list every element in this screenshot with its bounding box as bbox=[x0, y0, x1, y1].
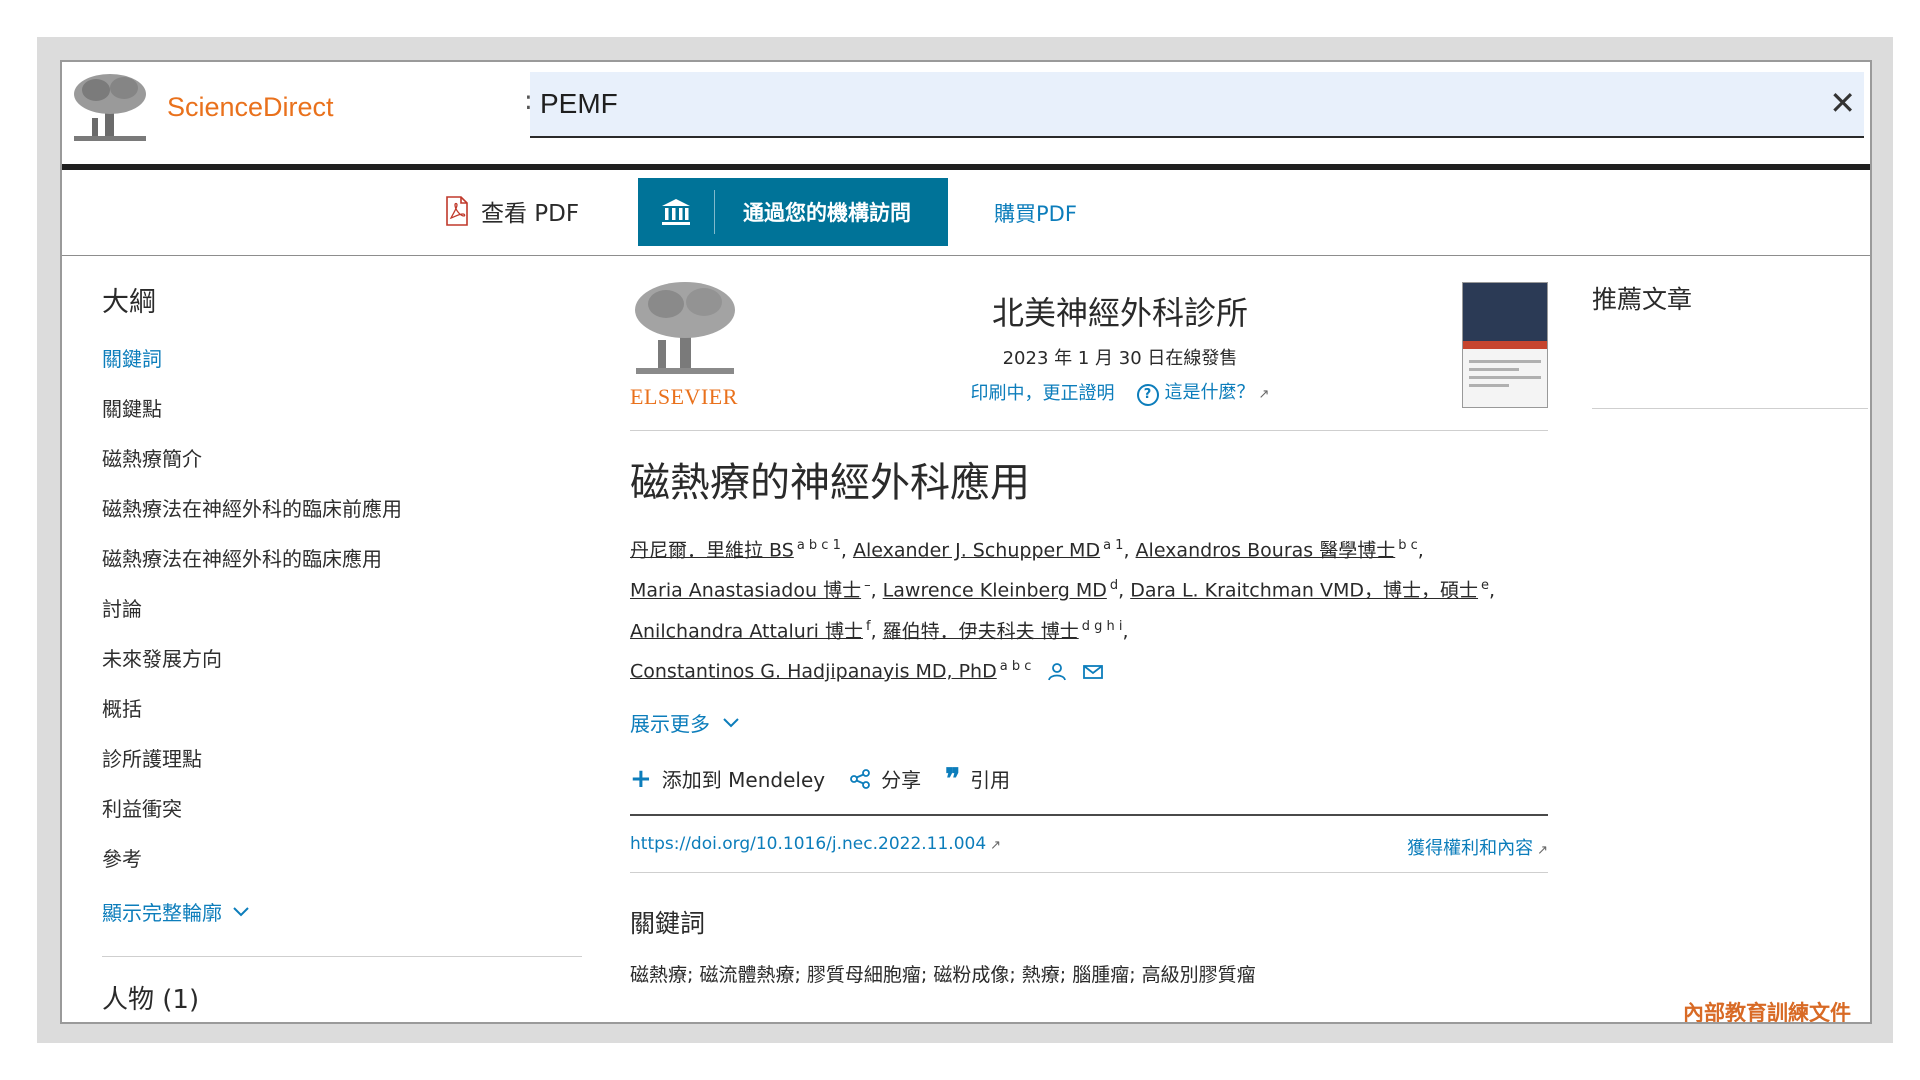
journal-title[interactable]: 北美神經外科診所 bbox=[890, 288, 1350, 334]
journal-cover-image[interactable] bbox=[1462, 282, 1548, 408]
rights-content-label: 獲得權利和內容 bbox=[1407, 838, 1534, 859]
institution-icon bbox=[638, 190, 715, 234]
author-link[interactable]: 丹尼爾．里維拉 BS bbox=[630, 539, 794, 561]
rights-content-link[interactable]: 獲得權利和內容 ↗ bbox=[1407, 834, 1548, 860]
journal-divider bbox=[630, 430, 1548, 431]
author-affiliation[interactable]: a b c 1 bbox=[797, 538, 841, 553]
close-icon[interactable]: ✕ bbox=[1829, 84, 1856, 122]
outline-sidebar: 大綱 關鍵詞 關鍵點 磁熱療簡介 磁熱療法在神經外科的臨床前應用 磁熱療法在神經… bbox=[102, 280, 592, 1016]
quote-icon: ❞ bbox=[945, 761, 961, 795]
publication-date: 2023 年 1 月 30 日在線發售 bbox=[1002, 348, 1238, 369]
plus-icon: + bbox=[630, 763, 652, 794]
person-icon[interactable] bbox=[1047, 662, 1067, 681]
outline-item-key-points[interactable]: 關鍵點 bbox=[102, 395, 592, 445]
show-more-label: 展示更多 bbox=[630, 712, 710, 736]
search-query[interactable]: PEMF bbox=[540, 88, 618, 120]
author-affiliation[interactable]: b c bbox=[1398, 538, 1418, 553]
institution-access-button[interactable]: 通過您的機構訪問 bbox=[638, 178, 948, 246]
cite-label: 引用 bbox=[970, 768, 1011, 792]
what-is-this-link[interactable]: ? 這是什麼？ ↗ bbox=[1136, 378, 1270, 406]
author-link[interactable]: Lawrence Kleinberg MD bbox=[883, 580, 1107, 602]
author-affiliation[interactable]: a 1 bbox=[1103, 538, 1123, 553]
article-actions: + 添加到 Mendeley 分享 ❞ 引用 bbox=[630, 764, 1010, 793]
outline-item-references[interactable]: 參考 bbox=[102, 845, 592, 895]
recommended-articles-panel: 推薦文章 bbox=[1592, 280, 1868, 409]
author-affiliation[interactable]: d bbox=[1110, 578, 1118, 593]
outline-item-conflicts[interactable]: 利益衝突 bbox=[102, 795, 592, 845]
journal-links: 印刷中，更正證明 ? 這是什麼？ ↗ bbox=[890, 378, 1350, 406]
author-list: 丹尼爾．里維拉 BS a b c 1, Alexander J. Schupper… bbox=[630, 538, 1496, 683]
sciencedirect-logo[interactable]: ScienceDirect bbox=[167, 92, 334, 123]
author-link[interactable]: Alexandros Bouras 醫學博士 bbox=[1136, 539, 1396, 561]
cover-artwork bbox=[1463, 283, 1547, 341]
cite-button[interactable]: ❞ 引用 bbox=[945, 764, 1010, 793]
author-affiliation[interactable]: e bbox=[1481, 578, 1489, 593]
author-link[interactable]: Dara L. Kraitchman VMD，博士，碩士 bbox=[1130, 580, 1478, 602]
pdf-icon bbox=[446, 196, 468, 226]
doi-label: https://doi.org/10.1016/j.nec.2022.11.00… bbox=[630, 834, 987, 854]
chevron-down-icon bbox=[233, 906, 249, 916]
show-full-outline-button[interactable]: 顯示完整輪廓 bbox=[102, 897, 592, 926]
browser-window: ScienceDirect : PEMF ✕ 查看 PDF 通過您的機構訪問 購… bbox=[60, 60, 1872, 1024]
doi-link[interactable]: https://doi.org/10.1016/j.nec.2022.11.00… bbox=[630, 834, 1001, 854]
outline-list: 關鍵詞 關鍵點 磁熱療簡介 磁熱療法在神經外科的臨床前應用 磁熱療法在神經外科的… bbox=[102, 345, 592, 895]
elsevier-tree-icon bbox=[635, 282, 735, 374]
doi-divider bbox=[630, 872, 1548, 873]
outline-item-keywords[interactable]: 關鍵詞 bbox=[102, 345, 592, 395]
outline-item-introduction[interactable]: 磁熱療簡介 bbox=[102, 445, 592, 495]
outline-item-preclinical[interactable]: 磁熱療法在神經外科的臨床前應用 bbox=[102, 495, 592, 545]
in-press-link[interactable]: 印刷中，更正證明 bbox=[971, 379, 1115, 405]
keywords-heading: 關鍵詞 bbox=[630, 909, 706, 938]
site-header: ScienceDirect : PEMF ✕ bbox=[62, 62, 1870, 170]
author-link[interactable]: Maria Anastasiadou 博士 bbox=[630, 580, 861, 602]
elsevier-tree-logo-icon[interactable] bbox=[70, 72, 150, 144]
mail-icon[interactable] bbox=[1083, 663, 1104, 681]
cover-text-lines bbox=[1463, 349, 1547, 398]
people-section-heading[interactable]: 人物 (1) bbox=[102, 979, 592, 1016]
keywords-list: 磁熱療; 磁流體熱療; 膠質母細胞瘤; 磁粉成像; 熱療; 腦腫瘤; 高級別膠質… bbox=[630, 964, 1256, 986]
question-icon: ? bbox=[1136, 384, 1159, 406]
publisher-name: ELSEVIER bbox=[630, 384, 738, 409]
outline-title: 大綱 bbox=[102, 287, 156, 318]
what-is-this-label: 這是什麼？ bbox=[1164, 382, 1255, 403]
add-to-mendeley-button[interactable]: + 添加到 Mendeley bbox=[630, 764, 825, 793]
actions-divider bbox=[630, 814, 1548, 816]
recommended-articles-title: 推薦文章 bbox=[1592, 285, 1693, 314]
article-title: 磁熱療的神經外科應用 bbox=[630, 460, 1030, 506]
article-toolbar: 查看 PDF 通過您的機構訪問 購買PDF bbox=[62, 170, 1870, 256]
buy-pdf-link[interactable]: 購買PDF bbox=[994, 198, 1077, 228]
internal-training-watermark: 內部教育訓練文件 bbox=[1683, 1000, 1851, 1024]
view-pdf-button[interactable]: 查看 PDF bbox=[445, 194, 579, 228]
share-icon bbox=[850, 768, 870, 789]
view-pdf-label: 查看 PDF bbox=[481, 201, 580, 227]
outline-item-summary[interactable]: 概括 bbox=[102, 695, 592, 745]
publisher-logo[interactable]: ELSEVIER bbox=[630, 280, 742, 410]
outline-divider bbox=[102, 956, 582, 957]
outline-item-clinical[interactable]: 磁熱療法在神經外科的臨床應用 bbox=[102, 545, 592, 595]
author-link[interactable]: Anilchandra Attaluri 博士 bbox=[630, 620, 863, 642]
author-affiliation[interactable]: a b c bbox=[1000, 659, 1032, 674]
share-button[interactable]: 分享 bbox=[849, 764, 921, 793]
author-link[interactable]: Alexander J. Schupper MD bbox=[853, 539, 1100, 561]
outline-item-clinics-care-points[interactable]: 診所護理點 bbox=[102, 745, 592, 795]
show-full-outline-label: 顯示完整輪廓 bbox=[102, 901, 222, 925]
show-more-button[interactable]: 展示更多 bbox=[630, 708, 740, 737]
external-link-icon: ↗ bbox=[1537, 843, 1548, 858]
search-input[interactable]: : PEMF ✕ bbox=[524, 72, 1864, 138]
outline-item-discussion[interactable]: 討論 bbox=[102, 595, 592, 645]
recommended-divider bbox=[1592, 408, 1868, 409]
share-label: 分享 bbox=[881, 768, 922, 792]
external-link-icon: ↗ bbox=[990, 838, 1002, 853]
author-link[interactable]: 羅伯特．伊夫科夫 博士 bbox=[883, 620, 1079, 642]
author-affiliation[interactable]: d g h i bbox=[1082, 619, 1123, 634]
outline-item-future-directions[interactable]: 未來發展方向 bbox=[102, 645, 592, 695]
external-link-icon: ↗ bbox=[1258, 387, 1270, 402]
journal-info: 北美神經外科診所 2023 年 1 月 30 日在線發售 印刷中，更正證明 ? 這… bbox=[890, 280, 1350, 406]
author-link[interactable]: Constantinos G. Hadjipanayis MD, PhD bbox=[630, 660, 997, 682]
cover-band bbox=[1463, 341, 1547, 349]
text-caret-icon: : bbox=[524, 86, 533, 116]
institution-access-label: 通過您的機構訪問 bbox=[743, 201, 911, 225]
add-to-mendeley-label: 添加到 Mendeley bbox=[661, 768, 826, 792]
chevron-down-icon bbox=[723, 717, 739, 727]
